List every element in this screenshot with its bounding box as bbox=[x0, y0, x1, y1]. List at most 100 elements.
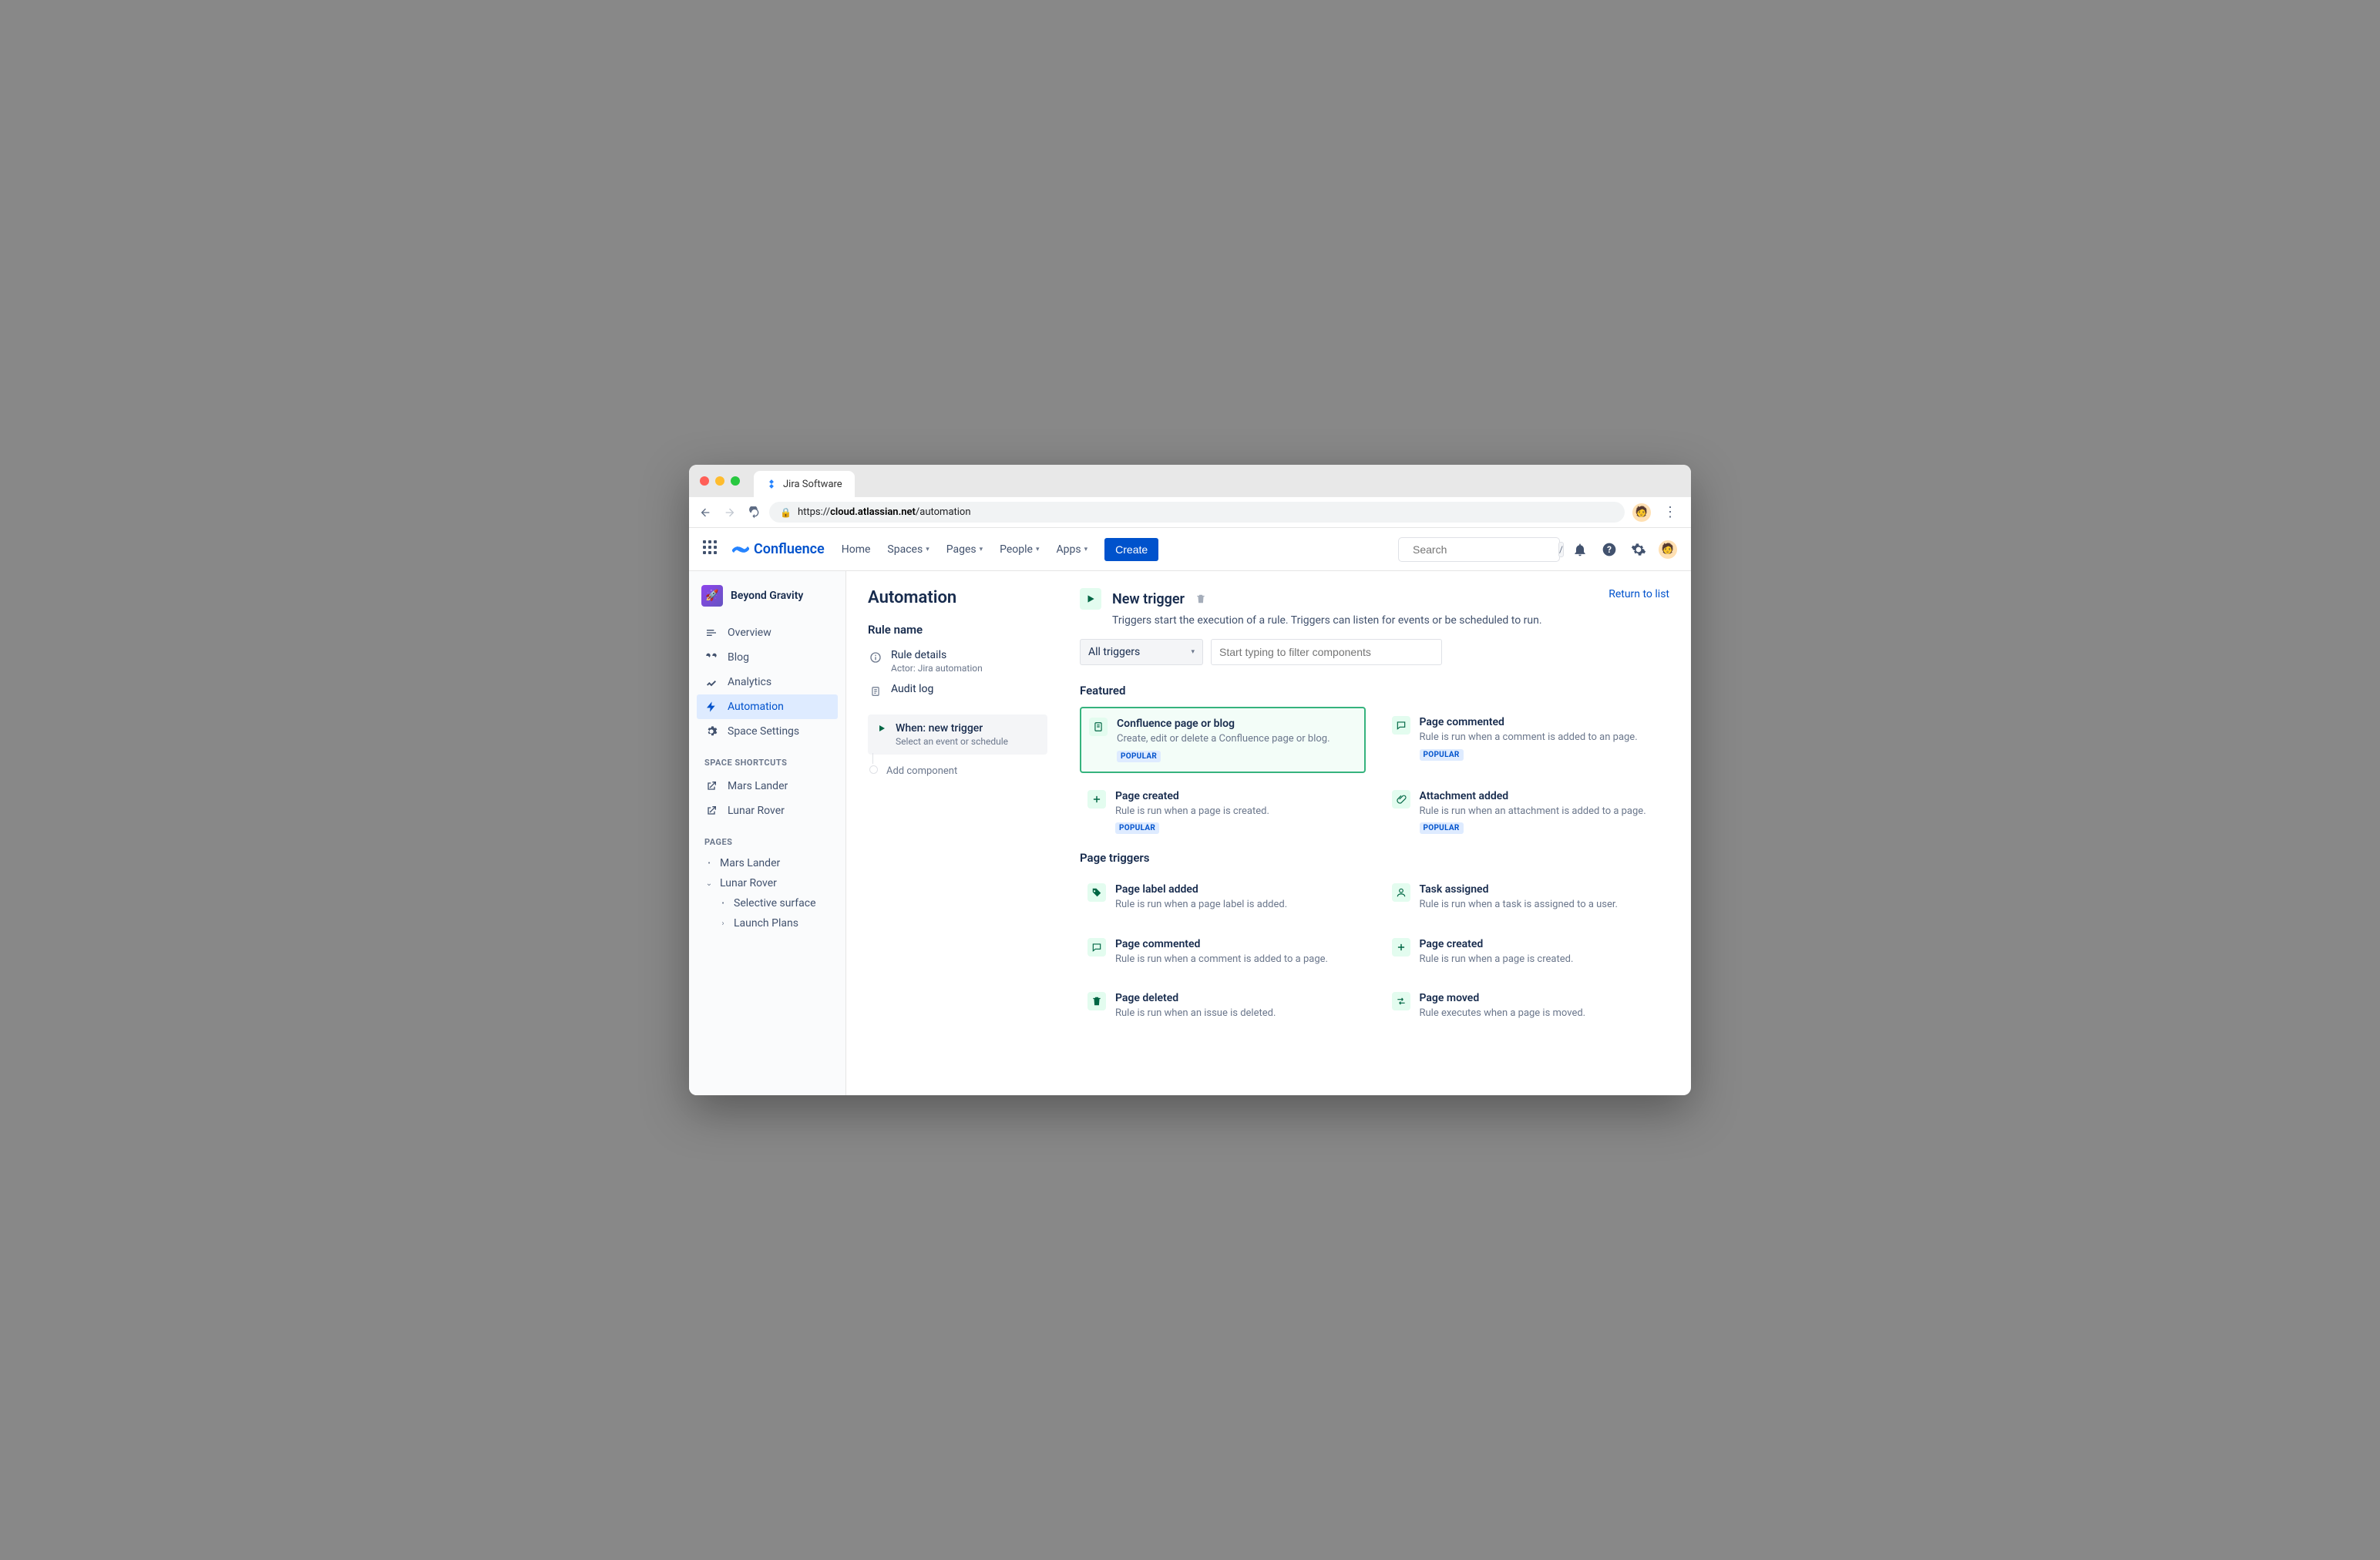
info-icon bbox=[868, 650, 883, 665]
attachment-icon bbox=[1392, 790, 1410, 809]
shortcut-icon bbox=[704, 804, 718, 818]
create-button[interactable]: Create bbox=[1104, 538, 1158, 561]
delete-trigger-button[interactable] bbox=[1195, 593, 1206, 604]
return-to-list-link[interactable]: Return to list bbox=[1609, 588, 1669, 600]
nav-people[interactable]: People▾ bbox=[993, 539, 1045, 560]
page-item-mars-lander[interactable]: •Mars Lander bbox=[697, 853, 838, 873]
tag-icon bbox=[1087, 883, 1106, 902]
space-name: Beyond Gravity bbox=[731, 590, 803, 602]
popular-badge: POPULAR bbox=[1420, 822, 1464, 834]
reload-button[interactable] bbox=[748, 506, 761, 519]
analytics-icon bbox=[704, 675, 718, 689]
trigger-filter-input[interactable] bbox=[1211, 639, 1442, 665]
chevron-right-icon[interactable]: › bbox=[718, 920, 728, 928]
sidebar-item-blog[interactable]: Blog bbox=[697, 645, 838, 670]
search-input[interactable] bbox=[1413, 543, 1552, 556]
browser-tab-bar: Jira Software bbox=[689, 465, 1691, 497]
settings-button[interactable] bbox=[1629, 540, 1648, 559]
trigger-description: Triggers start the execution of a rule. … bbox=[1080, 614, 1669, 627]
audit-icon bbox=[868, 684, 883, 699]
audit-log-label: Audit log bbox=[891, 683, 933, 699]
rule-name-heading: Rule name bbox=[868, 623, 1047, 637]
browser-tab[interactable]: Jira Software bbox=[754, 471, 855, 497]
url-input[interactable]: 🔒 https://cloud.atlassian.net/automation bbox=[769, 502, 1625, 523]
trigger-card-page-created-2[interactable]: Page createdRule is run when a page is c… bbox=[1384, 929, 1670, 976]
window-controls bbox=[700, 476, 740, 486]
sidebar-item-space-settings[interactable]: Space Settings bbox=[697, 719, 838, 744]
trigger-card-confluence-page[interactable]: Confluence page or blog Create, edit or … bbox=[1080, 707, 1366, 773]
shortcut-lunar-rover[interactable]: Lunar Rover bbox=[697, 798, 838, 823]
chevron-down-icon: ▾ bbox=[1191, 648, 1195, 656]
sidebar-section-shortcuts: SPACE SHORTCUTS bbox=[697, 744, 838, 774]
trigger-card-page-deleted[interactable]: Page deletedRule is run when an issue is… bbox=[1080, 983, 1366, 1030]
back-button[interactable] bbox=[698, 506, 712, 519]
popular-badge: POPULAR bbox=[1420, 749, 1464, 761]
trigger-card-attachment-added[interactable]: Attachment added Rule is run when an att… bbox=[1384, 781, 1670, 844]
help-button[interactable]: ? bbox=[1600, 540, 1619, 559]
comment-icon bbox=[1087, 938, 1106, 957]
rule-step-trigger[interactable]: When: new trigger Select an event or sch… bbox=[868, 714, 1047, 755]
shortcut-icon bbox=[704, 779, 718, 793]
browser-nav-controls bbox=[698, 506, 761, 519]
chevron-down-icon: ▾ bbox=[1084, 546, 1088, 553]
product-name: Confluence bbox=[754, 541, 825, 557]
overview-icon bbox=[704, 626, 718, 640]
maximize-window-button[interactable] bbox=[731, 476, 740, 486]
plus-icon bbox=[1392, 938, 1410, 957]
shortcut-mars-lander[interactable]: Mars Lander bbox=[697, 774, 838, 798]
nav-home[interactable]: Home bbox=[835, 539, 877, 560]
bullet-icon: • bbox=[704, 859, 714, 868]
sidebar-item-automation[interactable]: Automation bbox=[697, 694, 838, 719]
step-sub: Select an event or schedule bbox=[896, 736, 1008, 747]
space-header[interactable]: 🚀 Beyond Gravity bbox=[697, 585, 838, 620]
page-icon bbox=[1089, 718, 1108, 736]
page-item-lunar-rover[interactable]: ⌄Lunar Rover bbox=[697, 873, 838, 893]
search-shortcut-hint: / bbox=[1558, 542, 1564, 557]
trigger-card-task-assigned[interactable]: Task assignedRule is run when a task is … bbox=[1384, 874, 1670, 921]
sidebar: 🚀 Beyond Gravity Overview Blog Analytics… bbox=[689, 571, 846, 1095]
sidebar-item-overview[interactable]: Overview bbox=[697, 620, 838, 645]
page-item-selective-surface[interactable]: •Selective surface bbox=[697, 893, 838, 913]
page-item-launch-plans[interactable]: ›Launch Plans bbox=[697, 913, 838, 933]
nav-pages[interactable]: Pages▾ bbox=[940, 539, 989, 560]
user-avatar[interactable]: 🧑 bbox=[1659, 540, 1677, 559]
move-icon bbox=[1392, 992, 1410, 1010]
nav-spaces[interactable]: Spaces▾ bbox=[881, 539, 935, 560]
trigger-card-page-created[interactable]: Page created Rule is run when a page is … bbox=[1080, 781, 1366, 844]
chevron-down-icon: ▾ bbox=[980, 546, 983, 553]
rule-column: Automation Rule name Rule details Actor:… bbox=[846, 571, 1058, 1095]
add-component-button[interactable]: Add component bbox=[868, 755, 1047, 777]
popular-badge: POPULAR bbox=[1115, 822, 1159, 834]
bullet-icon: • bbox=[718, 899, 728, 908]
browser-profile-avatar[interactable]: 🧑 bbox=[1632, 503, 1651, 522]
browser-menu-button[interactable]: ⋮ bbox=[1659, 504, 1682, 520]
app-switcher-button[interactable] bbox=[703, 540, 721, 559]
rule-details-row[interactable]: Rule details Actor: Jira automation bbox=[868, 644, 1047, 678]
search-box[interactable]: / bbox=[1398, 537, 1560, 562]
nav-apps[interactable]: Apps▾ bbox=[1050, 539, 1094, 560]
browser-address-bar: 🔒 https://cloud.atlassian.net/automation… bbox=[689, 497, 1691, 528]
trigger-category-dropdown[interactable]: All triggers▾ bbox=[1080, 639, 1203, 665]
forward-button[interactable] bbox=[723, 506, 737, 519]
plus-icon bbox=[1087, 790, 1106, 809]
minimize-window-button[interactable] bbox=[715, 476, 724, 486]
chevron-down-icon[interactable]: ⌄ bbox=[704, 879, 714, 888]
close-window-button[interactable] bbox=[700, 476, 709, 486]
url-text: https://cloud.atlassian.net/automation bbox=[798, 506, 971, 518]
trigger-card-label-added[interactable]: Page label addedRule is run when a page … bbox=[1080, 874, 1366, 921]
popular-badge: POPULAR bbox=[1117, 751, 1161, 762]
sidebar-item-analytics[interactable]: Analytics bbox=[697, 670, 838, 694]
trigger-card-page-moved[interactable]: Page movedRule executes when a page is m… bbox=[1384, 983, 1670, 1030]
confluence-logo[interactable]: Confluence bbox=[732, 541, 825, 558]
notifications-button[interactable] bbox=[1571, 540, 1589, 559]
trash-icon bbox=[1087, 992, 1106, 1010]
main-content: Return to list Automation Rule name Rule… bbox=[846, 571, 1691, 1095]
trigger-card-page-commented[interactable]: Page commented Rule is run when a commen… bbox=[1384, 707, 1670, 773]
chevron-down-icon: ▾ bbox=[926, 546, 929, 553]
featured-cards: Confluence page or blog Create, edit or … bbox=[1080, 707, 1669, 843]
trigger-card-page-commented-2[interactable]: Page commentedRule is run when a comment… bbox=[1080, 929, 1366, 976]
audit-log-row[interactable]: Audit log bbox=[868, 678, 1047, 704]
trigger-filter-row: All triggers▾ bbox=[1080, 639, 1669, 665]
content-area: 🚀 Beyond Gravity Overview Blog Analytics… bbox=[689, 571, 1691, 1095]
automation-icon bbox=[704, 700, 718, 714]
